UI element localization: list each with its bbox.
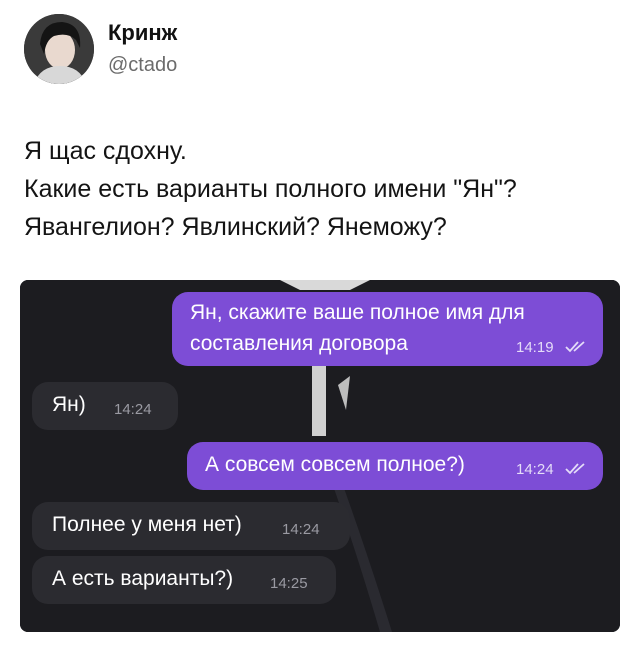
- message-text: Ян): [52, 393, 86, 416]
- post-text-line: Я щас сдохну.: [24, 137, 187, 165]
- message-text: Полнее у меня нет): [52, 513, 242, 536]
- message-text: составления договора: [190, 332, 408, 355]
- message-text: А есть варианты?): [52, 567, 234, 590]
- message-time: 14:24: [516, 461, 554, 478]
- avatar[interactable]: [24, 14, 94, 84]
- message-bubble-incoming[interactable]: Полнее у меня нет) 14:24: [32, 502, 350, 550]
- author-name[interactable]: Кринж: [108, 20, 177, 46]
- post-text-line: Явангелион? Явлинский? Янеможу?: [24, 213, 447, 241]
- double-check-icon: [565, 463, 585, 475]
- message-time: 14:19: [516, 339, 554, 356]
- chat-screenshot: Ян, скажите ваше полное имя для составле…: [20, 280, 620, 632]
- post-text: Я щас сдохну. Какие есть варианты полног…: [24, 132, 624, 246]
- message-bubble-outgoing[interactable]: Ян, скажите ваше полное имя для составле…: [172, 292, 603, 366]
- post-text-line: Какие есть варианты полного имени "Ян"?: [24, 175, 517, 203]
- message-text: Ян, скажите ваше полное имя для: [190, 301, 525, 324]
- message-bubble-incoming[interactable]: А есть варианты?) 14:25: [32, 556, 336, 604]
- double-check-icon: [565, 341, 585, 353]
- avatar-image: [24, 14, 94, 84]
- message-bubble-incoming[interactable]: Ян) 14:24: [32, 382, 178, 430]
- author-handle[interactable]: @ctado: [108, 54, 177, 77]
- message-time: 14:24: [282, 521, 320, 538]
- message-time: 14:24: [114, 401, 152, 418]
- message-time: 14:25: [270, 575, 308, 592]
- message-text: А совсем совсем полное?): [205, 453, 465, 476]
- message-bubble-outgoing[interactable]: А совсем совсем полное?) 14:24: [187, 442, 603, 490]
